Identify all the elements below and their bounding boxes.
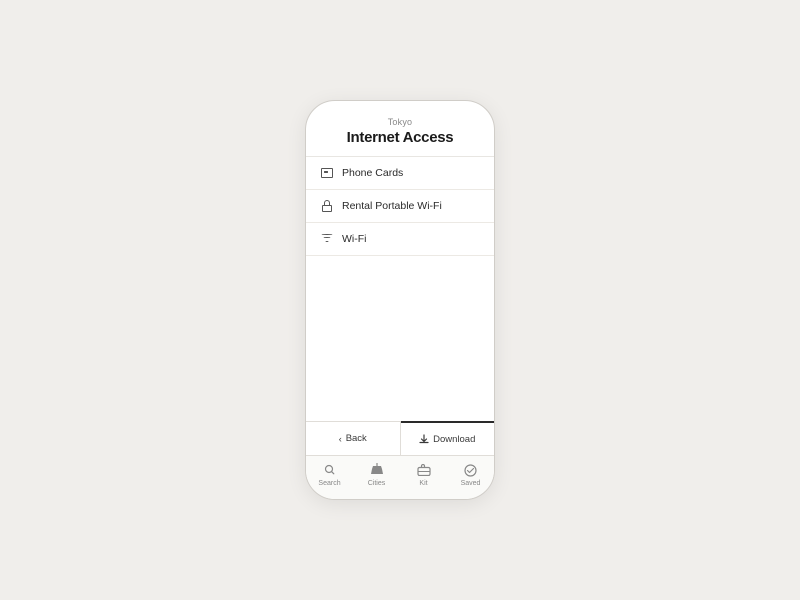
wifi-icon bbox=[320, 232, 334, 246]
empty-content bbox=[306, 289, 494, 421]
tab-saved[interactable]: Saved bbox=[447, 460, 494, 487]
download-icon bbox=[419, 434, 429, 444]
tab-search[interactable]: Search bbox=[306, 460, 353, 487]
page-header: Tokyo Internet Access bbox=[306, 101, 494, 157]
tab-cities[interactable]: Cities bbox=[353, 460, 400, 487]
menu-list: Phone Cards Rental Portable Wi-Fi bbox=[306, 157, 494, 289]
tab-bar: Search Cities bbox=[306, 455, 494, 499]
saved-icon bbox=[463, 462, 479, 478]
bottom-actions: ‹ Back Download bbox=[306, 421, 494, 455]
search-tab-label: Search bbox=[318, 480, 340, 487]
kit-icon bbox=[416, 462, 432, 478]
kit-tab-label: Kit bbox=[419, 480, 427, 487]
rental-wifi-label: Rental Portable Wi-Fi bbox=[342, 200, 442, 212]
menu-item-wifi[interactable]: Wi-Fi bbox=[306, 223, 494, 256]
download-button[interactable]: Download bbox=[401, 421, 495, 455]
download-label: Download bbox=[433, 434, 475, 445]
back-button[interactable]: ‹ Back bbox=[306, 422, 401, 455]
cities-tab-label: Cities bbox=[368, 480, 386, 487]
back-chevron-icon: ‹ bbox=[339, 434, 342, 444]
tab-kit[interactable]: Kit bbox=[400, 460, 447, 487]
city-label: Tokyo bbox=[320, 117, 480, 127]
rental-wifi-icon bbox=[320, 199, 334, 213]
menu-item-phone-cards[interactable]: Phone Cards bbox=[306, 157, 494, 190]
phone-card-icon bbox=[320, 166, 334, 180]
menu-item-rental-wifi[interactable]: Rental Portable Wi-Fi bbox=[306, 190, 494, 223]
wifi-label: Wi-Fi bbox=[342, 233, 367, 245]
phone-frame: Tokyo Internet Access Phone Cards bbox=[305, 100, 495, 500]
saved-tab-label: Saved bbox=[461, 480, 481, 487]
back-label: Back bbox=[346, 433, 367, 444]
cities-icon bbox=[369, 462, 385, 478]
phone-content: Tokyo Internet Access Phone Cards bbox=[306, 101, 494, 499]
page-title: Internet Access bbox=[320, 129, 480, 146]
search-icon bbox=[322, 462, 338, 478]
phone-cards-label: Phone Cards bbox=[342, 167, 403, 179]
